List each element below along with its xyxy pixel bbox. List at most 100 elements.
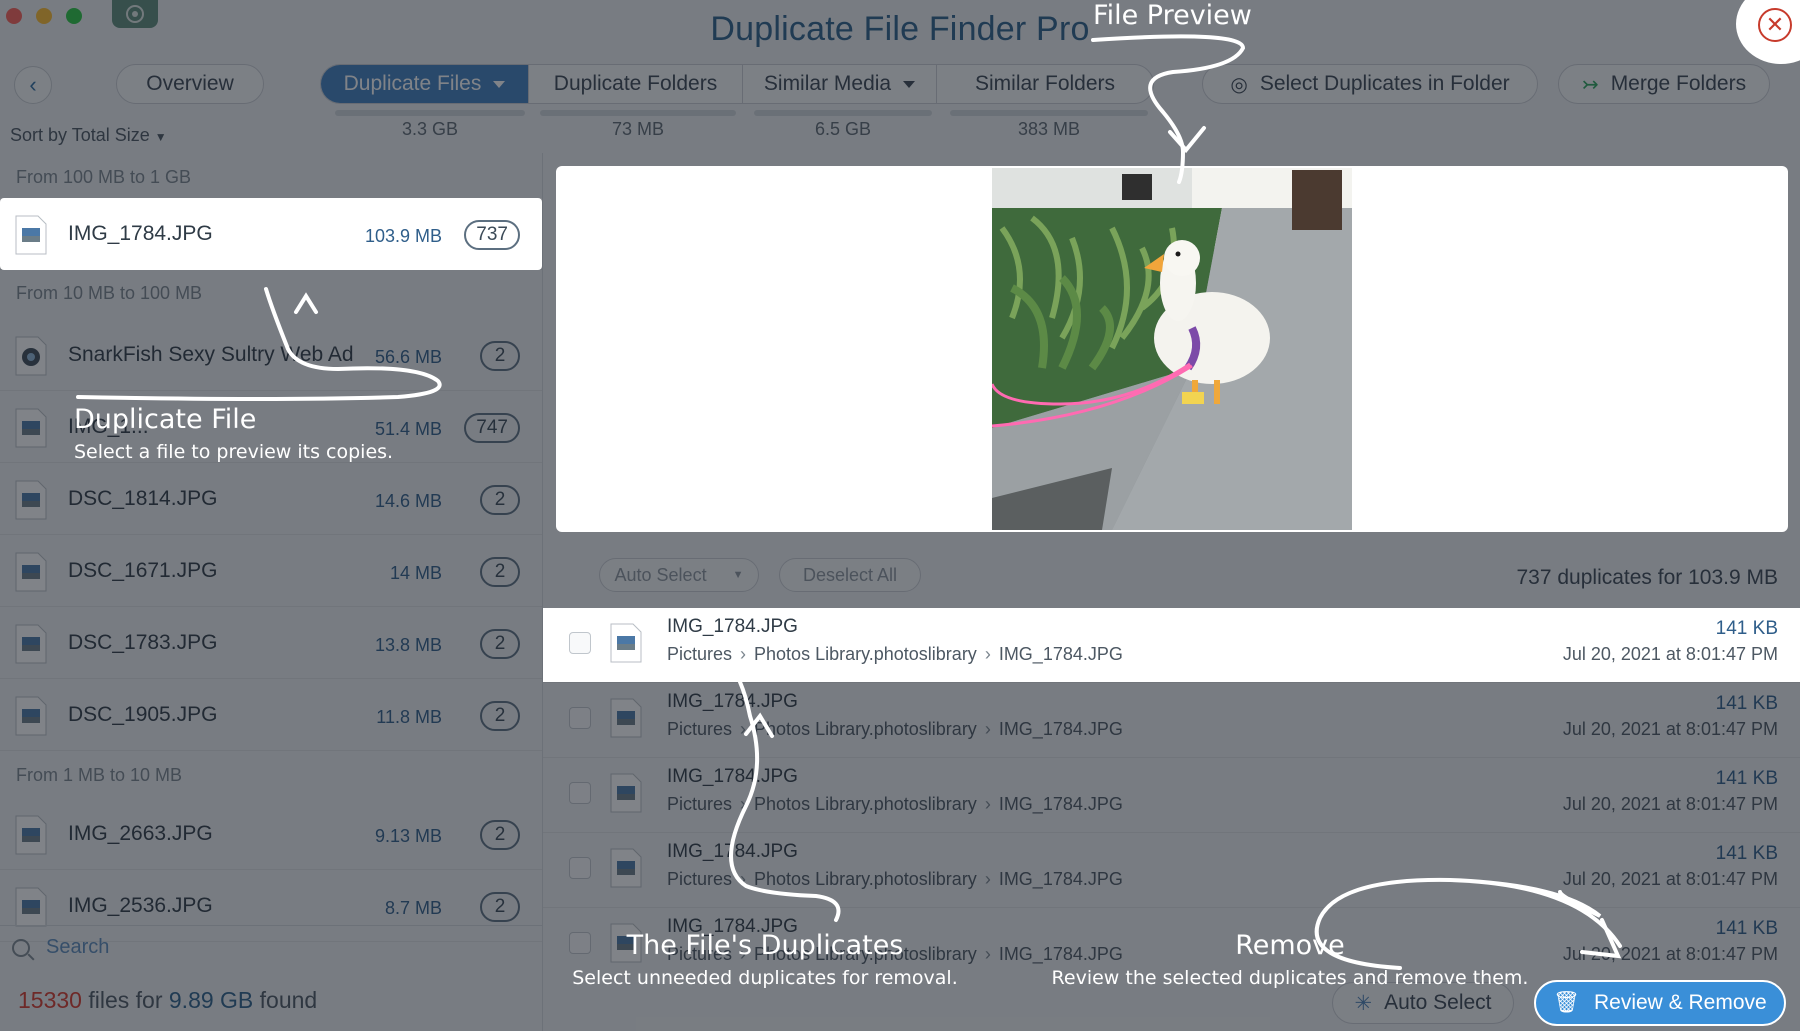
path-segment: Photos Library.photoslibrary <box>754 644 977 664</box>
annotation-file-preview: File Preview <box>1093 0 1252 31</box>
duplicate-row[interactable]: IMG_1784.JPG Pictures › Photos Library.pho… <box>543 683 1800 758</box>
title-bar: Duplicate File Finder Pro <box>0 0 1800 62</box>
annotation-title: File Preview <box>1093 0 1252 31</box>
chevron-down-icon: ▼ <box>732 569 744 581</box>
file-name: SnarkFish Sexy Sultry Web Ad <box>68 343 354 366</box>
status-text: files for <box>88 987 163 1013</box>
overview-button[interactable]: Overview <box>116 64 264 104</box>
path-segment: IMG_1784.JPG <box>998 719 1123 739</box>
preview-photo <box>992 168 1352 530</box>
tab-size-label: 3.3 GB <box>401 119 459 139</box>
duplicate-row[interactable]: IMG_1784.JPG Pictures › Photos Library.pho… <box>543 833 1800 908</box>
highlight-selected-file[interactable]: IMG_1784.JPG 103.9 MB 737 <box>0 198 542 270</box>
files-count: 15330 <box>18 987 82 1013</box>
duplicate-name: IMG_1784.JPG <box>667 691 798 712</box>
annotation-title: Remove <box>1235 930 1345 961</box>
jpeg-file-icon <box>15 552 47 592</box>
chevron-right-icon: › <box>740 719 747 739</box>
review-remove-label: Review & Remove <box>1593 991 1767 1014</box>
jpeg-file-icon <box>15 624 47 664</box>
jpeg-file-icon <box>15 815 47 855</box>
path-segment: Photos Library.photoslibrary <box>754 869 977 889</box>
chevron-right-icon: › <box>740 869 747 889</box>
select-duplicates-in-folder-button[interactable]: ◎ Select Duplicates in Folder <box>1202 64 1538 104</box>
chevron-right-icon: › <box>984 869 991 889</box>
file-row[interactable]: DSC_1671.JPG 14 MB 2 <box>0 535 542 607</box>
file-name: DSC_1814.JPG <box>68 487 218 510</box>
duplicates-toolbar: Auto Select ▼ Deselect All 737 duplicate… <box>543 548 1800 600</box>
chevron-right-icon: › <box>984 644 991 664</box>
select-checkbox[interactable] <box>569 707 591 729</box>
tab-similar-media[interactable]: Similar Media <box>743 65 937 103</box>
chevron-right-icon: › <box>984 794 991 814</box>
highlight-selected-duplicate[interactable]: IMG_1784.JPG Pictures › Photos Library.pho… <box>543 608 1800 682</box>
tab-duplicate-folders[interactable]: Duplicate Folders <box>529 65 743 103</box>
duplicate-count-badge: 2 <box>480 485 520 515</box>
select-checkbox[interactable] <box>569 632 591 654</box>
file-row[interactable]: IMG_2663.JPG 9.13 MB 2 <box>0 798 542 870</box>
merge-folders-label: Merge Folders <box>1610 72 1747 95</box>
duplicate-size: 141 KB <box>1715 618 1778 639</box>
file-list-sidebar: From 100 MB to 1 GB IMG_1784.JPG 103.9 M… <box>0 153 543 1031</box>
category-tabs: Duplicate Files Duplicate Folders Simila… <box>320 64 1154 104</box>
duplicate-count-badge: 2 <box>480 341 520 371</box>
jpeg-file-icon <box>15 480 47 520</box>
duplicate-count-badge: 2 <box>480 629 520 659</box>
group-header: From 100 MB to 1 GB <box>16 167 192 187</box>
jpeg-file-icon <box>610 773 642 813</box>
jpeg-file-icon <box>15 696 47 736</box>
jpeg-file-icon <box>15 887 47 927</box>
group-header: From 1 MB to 10 MB <box>16 765 183 785</box>
size-bar <box>950 110 1148 116</box>
file-size: 13.8 MB <box>374 635 442 655</box>
file-row[interactable]: DSC_1783.JPG 13.8 MB 2 <box>0 607 542 679</box>
deselect-all-button[interactable]: Deselect All <box>779 558 921 592</box>
jpeg-file-icon <box>15 215 47 255</box>
file-name: DSC_1905.JPG <box>68 703 218 726</box>
duplicate-name: IMG_1784.JPG <box>667 766 798 787</box>
path-segment: Pictures <box>667 794 733 814</box>
duplicate-count-badge: 737 <box>464 220 520 250</box>
tab-label: Duplicate Folders <box>553 72 718 95</box>
review-and-remove-button[interactable]: 🗑 Review & Remove <box>1534 980 1786 1026</box>
duplicate-date: Jul 20, 2021 at 8:01:47 PM <box>1562 869 1778 889</box>
annotation-subtitle: Select unneeded duplicates for removal. <box>572 967 958 989</box>
tab-similar-folders[interactable]: Similar Folders <box>937 65 1153 103</box>
file-row[interactable]: DSC_1905.JPG 11.8 MB 2 <box>0 679 542 751</box>
path-segment: IMG_1784.JPG <box>998 794 1123 814</box>
sort-dropdown[interactable]: Sort by Total Size ▼ <box>10 125 167 146</box>
close-tutorial-icon[interactable]: ✕ <box>1758 8 1792 42</box>
select-checkbox[interactable] <box>569 857 591 879</box>
file-size: 14 MB <box>389 563 442 583</box>
tab-label: Similar Media <box>763 72 892 95</box>
tab-duplicate-files[interactable]: Duplicate Files <box>321 65 529 103</box>
annotation-title: Duplicate File <box>74 404 257 435</box>
highlight-preview <box>556 166 1788 532</box>
duplicate-size: 141 KB <box>1715 843 1778 864</box>
file-row[interactable]: SnarkFish Sexy Sultry Web Ad 56.6 MB 2 <box>0 319 542 391</box>
merge-arrow-icon: ↣ <box>1581 73 1599 96</box>
tab-size-indicators: 3.3 GB 73 MB 6.5 GB 383 MB <box>0 110 1800 148</box>
auto-select-label: Auto Select <box>614 564 707 585</box>
file-size: 14.6 MB <box>374 491 442 511</box>
duplicate-path: Pictures › Photos Library.photoslibrary › IM… <box>667 869 1123 890</box>
select-checkbox[interactable] <box>569 782 591 804</box>
merge-folders-button[interactable]: ↣ Merge Folders <box>1558 64 1770 104</box>
file-row[interactable]: DSC_1814.JPG 14.6 MB 2 <box>0 463 542 535</box>
duplicate-date: Jul 20, 2021 at 8:01:47 PM <box>1562 644 1778 664</box>
search-field[interactable]: Search <box>0 925 542 969</box>
total-size: 9.89 GB <box>168 987 254 1013</box>
duplicate-count-badge: 2 <box>480 557 520 587</box>
back-button[interactable]: ‹ <box>14 66 52 104</box>
duplicate-row[interactable]: IMG_1784.JPG Pictures › Photos Library.pho… <box>543 758 1800 833</box>
duplicate-path: Pictures › Photos Library.photoslibrary › IM… <box>667 794 1123 815</box>
app-title: Duplicate File Finder Pro <box>710 10 1090 48</box>
jpeg-file-icon <box>610 848 642 888</box>
chevron-down-icon <box>903 80 916 88</box>
sparkle-icon: ✳ <box>1354 991 1373 1015</box>
file-size: 8.7 MB <box>384 898 442 918</box>
auto-select-dropdown[interactable]: Auto Select ▼ <box>599 558 759 592</box>
annotation-duplicate-file: Duplicate File Select a file to preview … <box>74 404 393 463</box>
search-icon <box>12 938 30 957</box>
chevron-down-icon <box>493 80 506 88</box>
